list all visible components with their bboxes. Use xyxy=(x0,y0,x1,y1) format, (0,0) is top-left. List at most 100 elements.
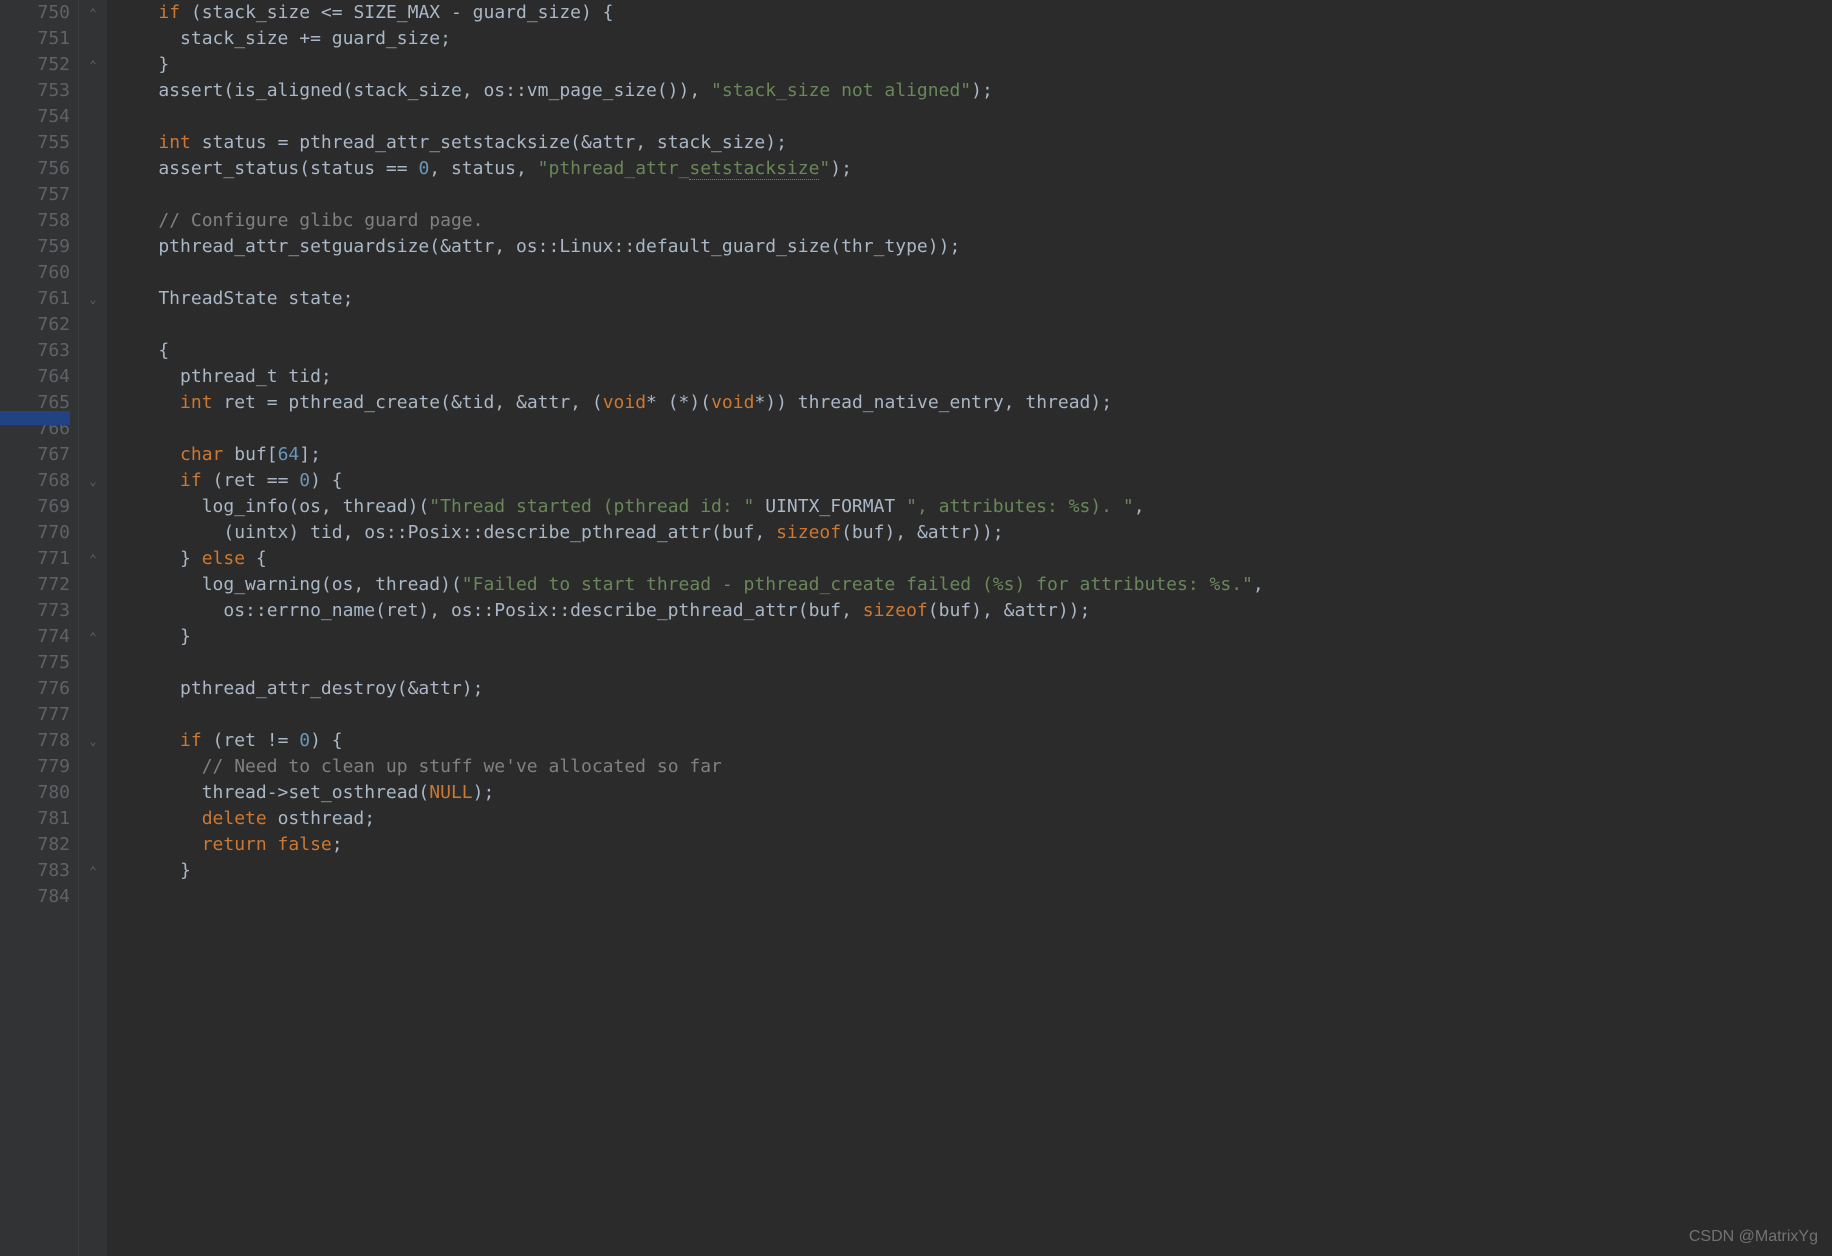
code-line[interactable]: log_info(os, thread)("Thread started (pt… xyxy=(115,494,1832,520)
code-line[interactable]: (uintx) tid, os::Posix::describe_pthread… xyxy=(115,520,1832,546)
fold-marker xyxy=(79,832,107,858)
line-number[interactable]: 750 xyxy=(18,0,70,26)
fold-marker[interactable]: ⌃ xyxy=(79,624,107,650)
fold-marker xyxy=(79,494,107,520)
code-line[interactable] xyxy=(115,884,1832,910)
code-line[interactable]: if (ret == 0) { xyxy=(115,468,1832,494)
fold-column[interactable]: ⌃ ⌃ ⌄ ⌄ ⌃ ⌃ ⌄ ⌃ xyxy=(79,0,107,1256)
code-line[interactable] xyxy=(115,416,1832,442)
code-line[interactable]: assert_status(status == 0, status, "pthr… xyxy=(115,156,1832,182)
code-line[interactable]: int status = pthread_attr_setstacksize(&… xyxy=(115,130,1832,156)
code-token: 64 xyxy=(278,444,300,465)
code-line[interactable] xyxy=(115,312,1832,338)
line-number[interactable]: 755 xyxy=(18,130,70,156)
code-line[interactable]: // Configure glibc guard page. xyxy=(115,208,1832,234)
code-token: 0 xyxy=(418,158,429,179)
line-number[interactable]: 783 xyxy=(18,858,70,884)
fold-marker[interactable]: ⌄ xyxy=(79,286,107,312)
code-line[interactable] xyxy=(115,702,1832,728)
line-number[interactable]: 774 xyxy=(18,624,70,650)
line-number[interactable]: 759 xyxy=(18,234,70,260)
line-number[interactable]: 754 xyxy=(18,104,70,130)
line-number[interactable]: 771 xyxy=(18,546,70,572)
code-line[interactable]: assert(is_aligned(stack_size, os::vm_pag… xyxy=(115,78,1832,104)
line-number[interactable]: 772 xyxy=(18,572,70,598)
line-number[interactable]: 761 xyxy=(18,286,70,312)
code-line[interactable]: { xyxy=(115,338,1832,364)
fold-marker xyxy=(79,364,107,390)
line-number[interactable]: 776 xyxy=(18,676,70,702)
code-editor[interactable]: 7507517527537547557567577587597607617627… xyxy=(0,0,1832,1256)
code-token: if xyxy=(180,470,202,491)
line-number[interactable]: 769 xyxy=(18,494,70,520)
fold-marker[interactable]: ⌄ xyxy=(79,468,107,494)
fold-marker[interactable]: ⌃ xyxy=(79,858,107,884)
line-number[interactable]: 756 xyxy=(18,156,70,182)
line-number[interactable]: 751 xyxy=(18,26,70,52)
code-line[interactable]: } xyxy=(115,858,1832,884)
line-number[interactable]: 757 xyxy=(18,182,70,208)
line-number[interactable]: 784 xyxy=(18,884,70,910)
line-number[interactable]: 780 xyxy=(18,780,70,806)
code-token: // Need to clean up stuff we've allocate… xyxy=(202,756,722,777)
fold-marker[interactable]: ⌃ xyxy=(79,52,107,78)
code-line[interactable]: // Need to clean up stuff we've allocate… xyxy=(115,754,1832,780)
line-number[interactable]: 768 xyxy=(18,468,70,494)
fold-marker[interactable]: ⌄ xyxy=(79,728,107,754)
code-line[interactable]: delete osthread; xyxy=(115,806,1832,832)
watermark-text: CSDN @MatrixYg xyxy=(1689,1224,1818,1250)
line-number[interactable]: 782 xyxy=(18,832,70,858)
code-token: sizeof xyxy=(776,522,841,543)
code-line[interactable]: log_warning(os, thread)("Failed to start… xyxy=(115,572,1832,598)
code-line[interactable]: pthread_attr_setguardsize(&attr, os::Lin… xyxy=(115,234,1832,260)
code-token: ) { xyxy=(310,730,343,751)
code-line[interactable]: thread->set_osthread(NULL); xyxy=(115,780,1832,806)
code-line[interactable]: if (stack_size <= SIZE_MAX - guard_size)… xyxy=(115,0,1832,26)
line-number[interactable]: 773 xyxy=(18,598,70,624)
code-token xyxy=(115,392,180,413)
line-number-gutter[interactable]: 7507517527537547557567577587597607617627… xyxy=(18,0,79,1256)
code-line[interactable] xyxy=(115,182,1832,208)
line-number[interactable]: 764 xyxy=(18,364,70,390)
code-line[interactable]: ThreadState state; xyxy=(115,286,1832,312)
code-line[interactable]: } else { xyxy=(115,546,1832,572)
code-line[interactable]: pthread_attr_destroy(&attr); xyxy=(115,676,1832,702)
line-number[interactable]: 778 xyxy=(18,728,70,754)
fold-marker[interactable]: ⌃ xyxy=(79,546,107,572)
line-number[interactable]: 753 xyxy=(18,78,70,104)
code-line[interactable]: char buf[64]; xyxy=(115,442,1832,468)
code-line[interactable]: pthread_t tid; xyxy=(115,364,1832,390)
bookmark-marker[interactable] xyxy=(0,411,70,425)
code-token: void xyxy=(603,392,646,413)
line-number[interactable]: 763 xyxy=(18,338,70,364)
code-line[interactable]: os::errno_name(ret), os::Posix::describe… xyxy=(115,598,1832,624)
line-number[interactable]: 760 xyxy=(18,260,70,286)
code-token: (ret == xyxy=(202,470,300,491)
code-line[interactable] xyxy=(115,260,1832,286)
line-number[interactable]: 781 xyxy=(18,806,70,832)
code-line[interactable]: int ret = pthread_create(&tid, &attr, (v… xyxy=(115,390,1832,416)
fold-marker xyxy=(79,572,107,598)
line-number[interactable]: 767 xyxy=(18,442,70,468)
line-number[interactable]: 752 xyxy=(18,52,70,78)
line-number[interactable]: 777 xyxy=(18,702,70,728)
code-token: ret = pthread_create(&tid, &attr, ( xyxy=(213,392,603,413)
code-line[interactable] xyxy=(115,104,1832,130)
code-line[interactable]: } xyxy=(115,52,1832,78)
line-number[interactable]: 762 xyxy=(18,312,70,338)
code-line[interactable]: return false; xyxy=(115,832,1832,858)
fold-marker xyxy=(79,338,107,364)
code-line[interactable]: stack_size += guard_size; xyxy=(115,26,1832,52)
code-area[interactable]: if (stack_size <= SIZE_MAX - guard_size)… xyxy=(107,0,1832,1256)
code-token: (uintx) tid, os::Posix::describe_pthread… xyxy=(115,522,776,543)
line-number[interactable]: 775 xyxy=(18,650,70,676)
code-line[interactable] xyxy=(115,650,1832,676)
line-number[interactable]: 779 xyxy=(18,754,70,780)
line-number[interactable]: 758 xyxy=(18,208,70,234)
breakpoint-margin[interactable] xyxy=(0,0,18,1256)
code-line[interactable]: } xyxy=(115,624,1832,650)
line-number[interactable]: 770 xyxy=(18,520,70,546)
code-line[interactable]: if (ret != 0) { xyxy=(115,728,1832,754)
code-token: 0 xyxy=(299,730,310,751)
fold-marker[interactable]: ⌃ xyxy=(79,0,107,26)
